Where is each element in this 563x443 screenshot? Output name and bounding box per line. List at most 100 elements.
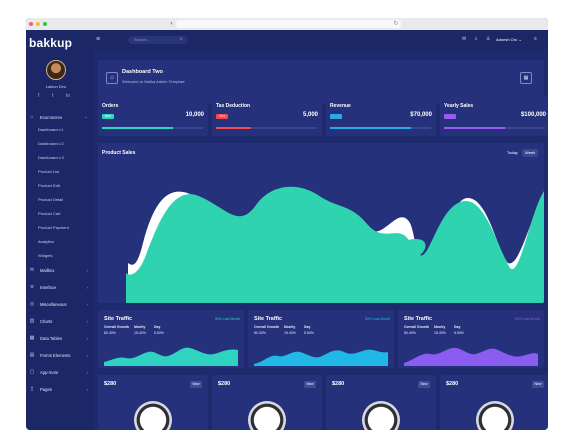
avatar[interactable] [46,60,66,80]
sidebar-item-forms-elements[interactable]: ▤ Forms Elements › [28,350,92,360]
progress-fill [330,127,411,129]
sparkline-area [104,347,238,366]
sidebar-subitem-product-list[interactable]: Product List [38,169,59,174]
twitter-icon[interactable]: t [52,93,53,99]
sidebar: bakkup Lakion Deo f t in ⌂ Ecommerce ⌄ Das… [26,30,94,430]
site-traffic-card: Site Traffic 30% Last Month Overall Grow… [398,310,544,368]
sales-area-teal [126,186,544,303]
chevron-right-icon: › [86,318,89,324]
product-card[interactable]: $280 New [98,375,208,430]
stat-card-orders: Orders 80% 10,000 [98,96,208,136]
product-price: $280 [332,381,345,387]
watch-image [476,401,514,430]
chevron-right-icon: › [86,301,89,307]
product-sales-chart [126,186,544,303]
sidebar-item-charts[interactable]: ▥ Charts › [28,316,92,326]
maximize-dot[interactable] [43,22,47,26]
sidebar-subitem-dashboard-v3[interactable]: Dashboard v.3 [38,155,64,160]
progress-bar [102,127,203,129]
watch-image [362,401,400,430]
progress-bar [330,127,431,129]
stat-title: Tax Deduction [216,103,251,109]
stat-title: Revenue [330,103,351,109]
sidebar-item-mailbox[interactable]: ✉ Mailbox › [28,265,92,275]
search-input[interactable]: Search... [128,36,188,44]
new-badge: New [418,381,430,388]
stat-badge [330,114,342,119]
sidebar-subitem-product-cart[interactable]: Product Cart [38,211,60,216]
stat-badge [444,114,456,119]
brand-logo[interactable]: bakkup [29,36,72,50]
minimize-dot[interactable] [36,22,40,26]
chart-icon: ▥ [29,318,35,324]
sidebar-subitem-dashboard-v1[interactable]: Dashboard v.1 [38,127,64,132]
sidebar-item-interface[interactable]: ≋ Interface › [28,282,92,292]
cart-icon: ⌂ [30,114,34,120]
settings-menu-icon[interactable]: ≡ [534,36,537,42]
stat-value: $70,000 [410,112,432,118]
progress-fill [102,127,173,129]
menu-icon[interactable]: ≡ [96,36,100,43]
chevron-down-icon: ⌄ [84,114,88,119]
new-badge: New [190,381,202,388]
message-icon[interactable]: ✉ [462,36,466,42]
sidebar-item-data-tables[interactable]: ▦ Data Tables › [28,333,92,343]
reload-icon[interactable]: ↻ [392,20,400,28]
product-card[interactable]: $280 New [326,375,436,430]
close-dot[interactable] [29,22,33,26]
sidebar-subitem-dashboard-v2[interactable]: Dashboard v.2 [38,141,64,146]
site-traffic-card: Site Traffic 30% Last Month Overall Grow… [248,310,394,368]
linkedin-icon[interactable]: in [66,93,70,99]
table-icon: ▦ [29,335,35,341]
stat-card-tax-deduction: Tax Deduction 75% 5,000 [212,96,322,136]
sidebar-item-pages[interactable]: ▯ Pages › [28,384,92,394]
chevron-right-icon: › [86,352,89,358]
calendar-icon[interactable]: ▦ [520,72,532,84]
sidebar-item-ecommerce[interactable]: ⌂ Ecommerce ⌄ [28,112,92,122]
sidebar-item-app-more[interactable]: ▢ App-more › [28,367,92,377]
sidebar-subitem-analytics[interactable]: Analytics [38,239,54,244]
app-window: ◐ ↻ bakkup Lakion Deo f t in ⌂ Ecommerce ⌄… [26,18,548,430]
user-name: Lakion Deo [45,84,67,89]
search-icon[interactable]: ⌕ [180,36,183,42]
sidebar-subitem-product-detail[interactable]: Product Detail [38,197,63,202]
product-price: $280 [218,381,231,387]
stat-card-yearly-sales: Yearly Sales $100,000 [440,96,548,136]
progress-bar [444,127,545,129]
mail-icon: ✉ [29,267,35,273]
product-price: $280 [104,381,117,387]
stat-badge: 80% [102,114,114,119]
top-user-name[interactable]: Adnesh Oru ⌄ [496,37,522,42]
form-icon: ▤ [29,352,35,358]
browser-chrome: ◐ ↻ [26,18,548,30]
app-icon: ▢ [29,369,35,375]
bell-icon[interactable]: ♫ [474,36,478,42]
sidebar-subitem-product-edit[interactable]: Product Edit [38,183,60,188]
progress-bar [216,127,317,129]
user-icon[interactable]: ♙ [486,36,490,42]
facebook-icon[interactable]: f [38,93,39,99]
traffic-sparkline [404,347,538,366]
page-title: Dashboard Two [122,69,163,75]
traffic-sparkline [104,347,238,366]
url-bar[interactable] [176,20,401,28]
wifi-icon: ≋ [29,284,35,290]
product-price: $280 [446,381,459,387]
sparkline-area [404,347,538,366]
stat-value: 5,000 [302,112,318,118]
chevron-right-icon: › [86,369,89,375]
product-card[interactable]: $280 New [212,375,322,430]
stat-card-revenue: Revenue $70,000 [326,96,436,136]
sidebar-item-miscellaneous[interactable]: ◎ Miscellaneous › [28,299,92,309]
chevron-right-icon: › [86,267,89,273]
product-card[interactable]: $280 New [440,375,548,430]
layers-icon: ◎ [29,301,35,307]
sidebar-subitem-widgets[interactable]: Widgets [38,253,52,258]
home-icon[interactable]: ⌂ [106,72,118,84]
sidebar-subitem-product-payment[interactable]: Product Payment [38,225,69,230]
progress-fill [216,127,252,129]
shield-icon: ◐ [170,21,174,27]
chevron-right-icon: › [86,284,89,290]
product-sales-panel: Product Sales Today Week [98,143,544,303]
pages-icon: ▯ [30,386,34,392]
